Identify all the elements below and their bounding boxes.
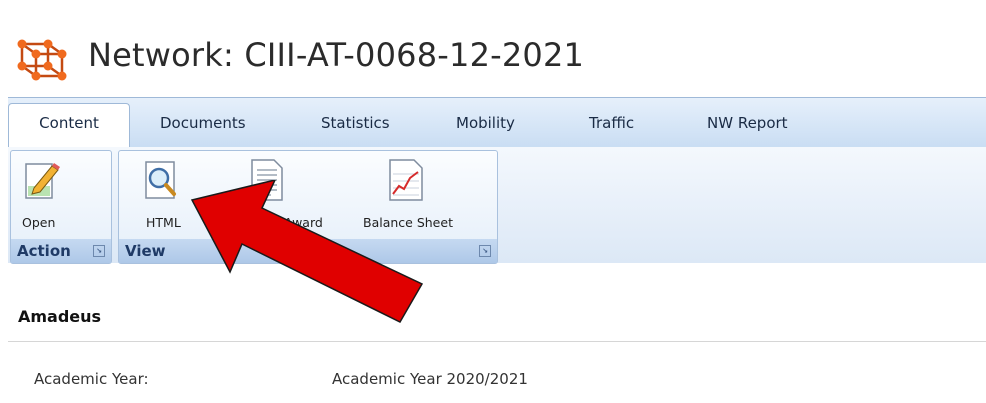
magnifier-document-icon[interactable]	[140, 158, 182, 204]
tab-mobility[interactable]: Mobility	[456, 114, 515, 132]
tab-content-label: Content	[39, 114, 99, 132]
ribbon-tab-bar: Documents Statistics Mobility Traffic NW…	[8, 97, 986, 148]
tab-traffic[interactable]: Traffic	[589, 114, 634, 132]
page-title: Network: CIII-AT-0068-12-2021	[88, 36, 585, 74]
tab-statistics[interactable]: Statistics	[321, 114, 390, 132]
academic-year-label: Academic Year:	[34, 370, 149, 388]
edit-document-icon[interactable]	[22, 158, 62, 202]
group-label-view: View	[125, 242, 166, 260]
open-button[interactable]: Open	[22, 215, 55, 230]
academic-year-value: Academic Year 2020/2021	[332, 370, 528, 388]
tab-content[interactable]: Content	[8, 103, 130, 148]
dialog-launcher-icon[interactable]: ↘	[93, 245, 105, 257]
section-divider	[8, 341, 986, 342]
tab-documents[interactable]: Documents	[160, 114, 246, 132]
group-label-action: Action	[17, 242, 71, 260]
html-button[interactable]: HTML	[146, 215, 181, 230]
section-title: Amadeus	[18, 307, 102, 326]
tab-nw-report[interactable]: NW Report	[707, 114, 788, 132]
red-arrow-icon	[190, 180, 424, 323]
network-icon	[17, 39, 67, 81]
dialog-launcher-icon[interactable]: ↘	[479, 245, 491, 257]
